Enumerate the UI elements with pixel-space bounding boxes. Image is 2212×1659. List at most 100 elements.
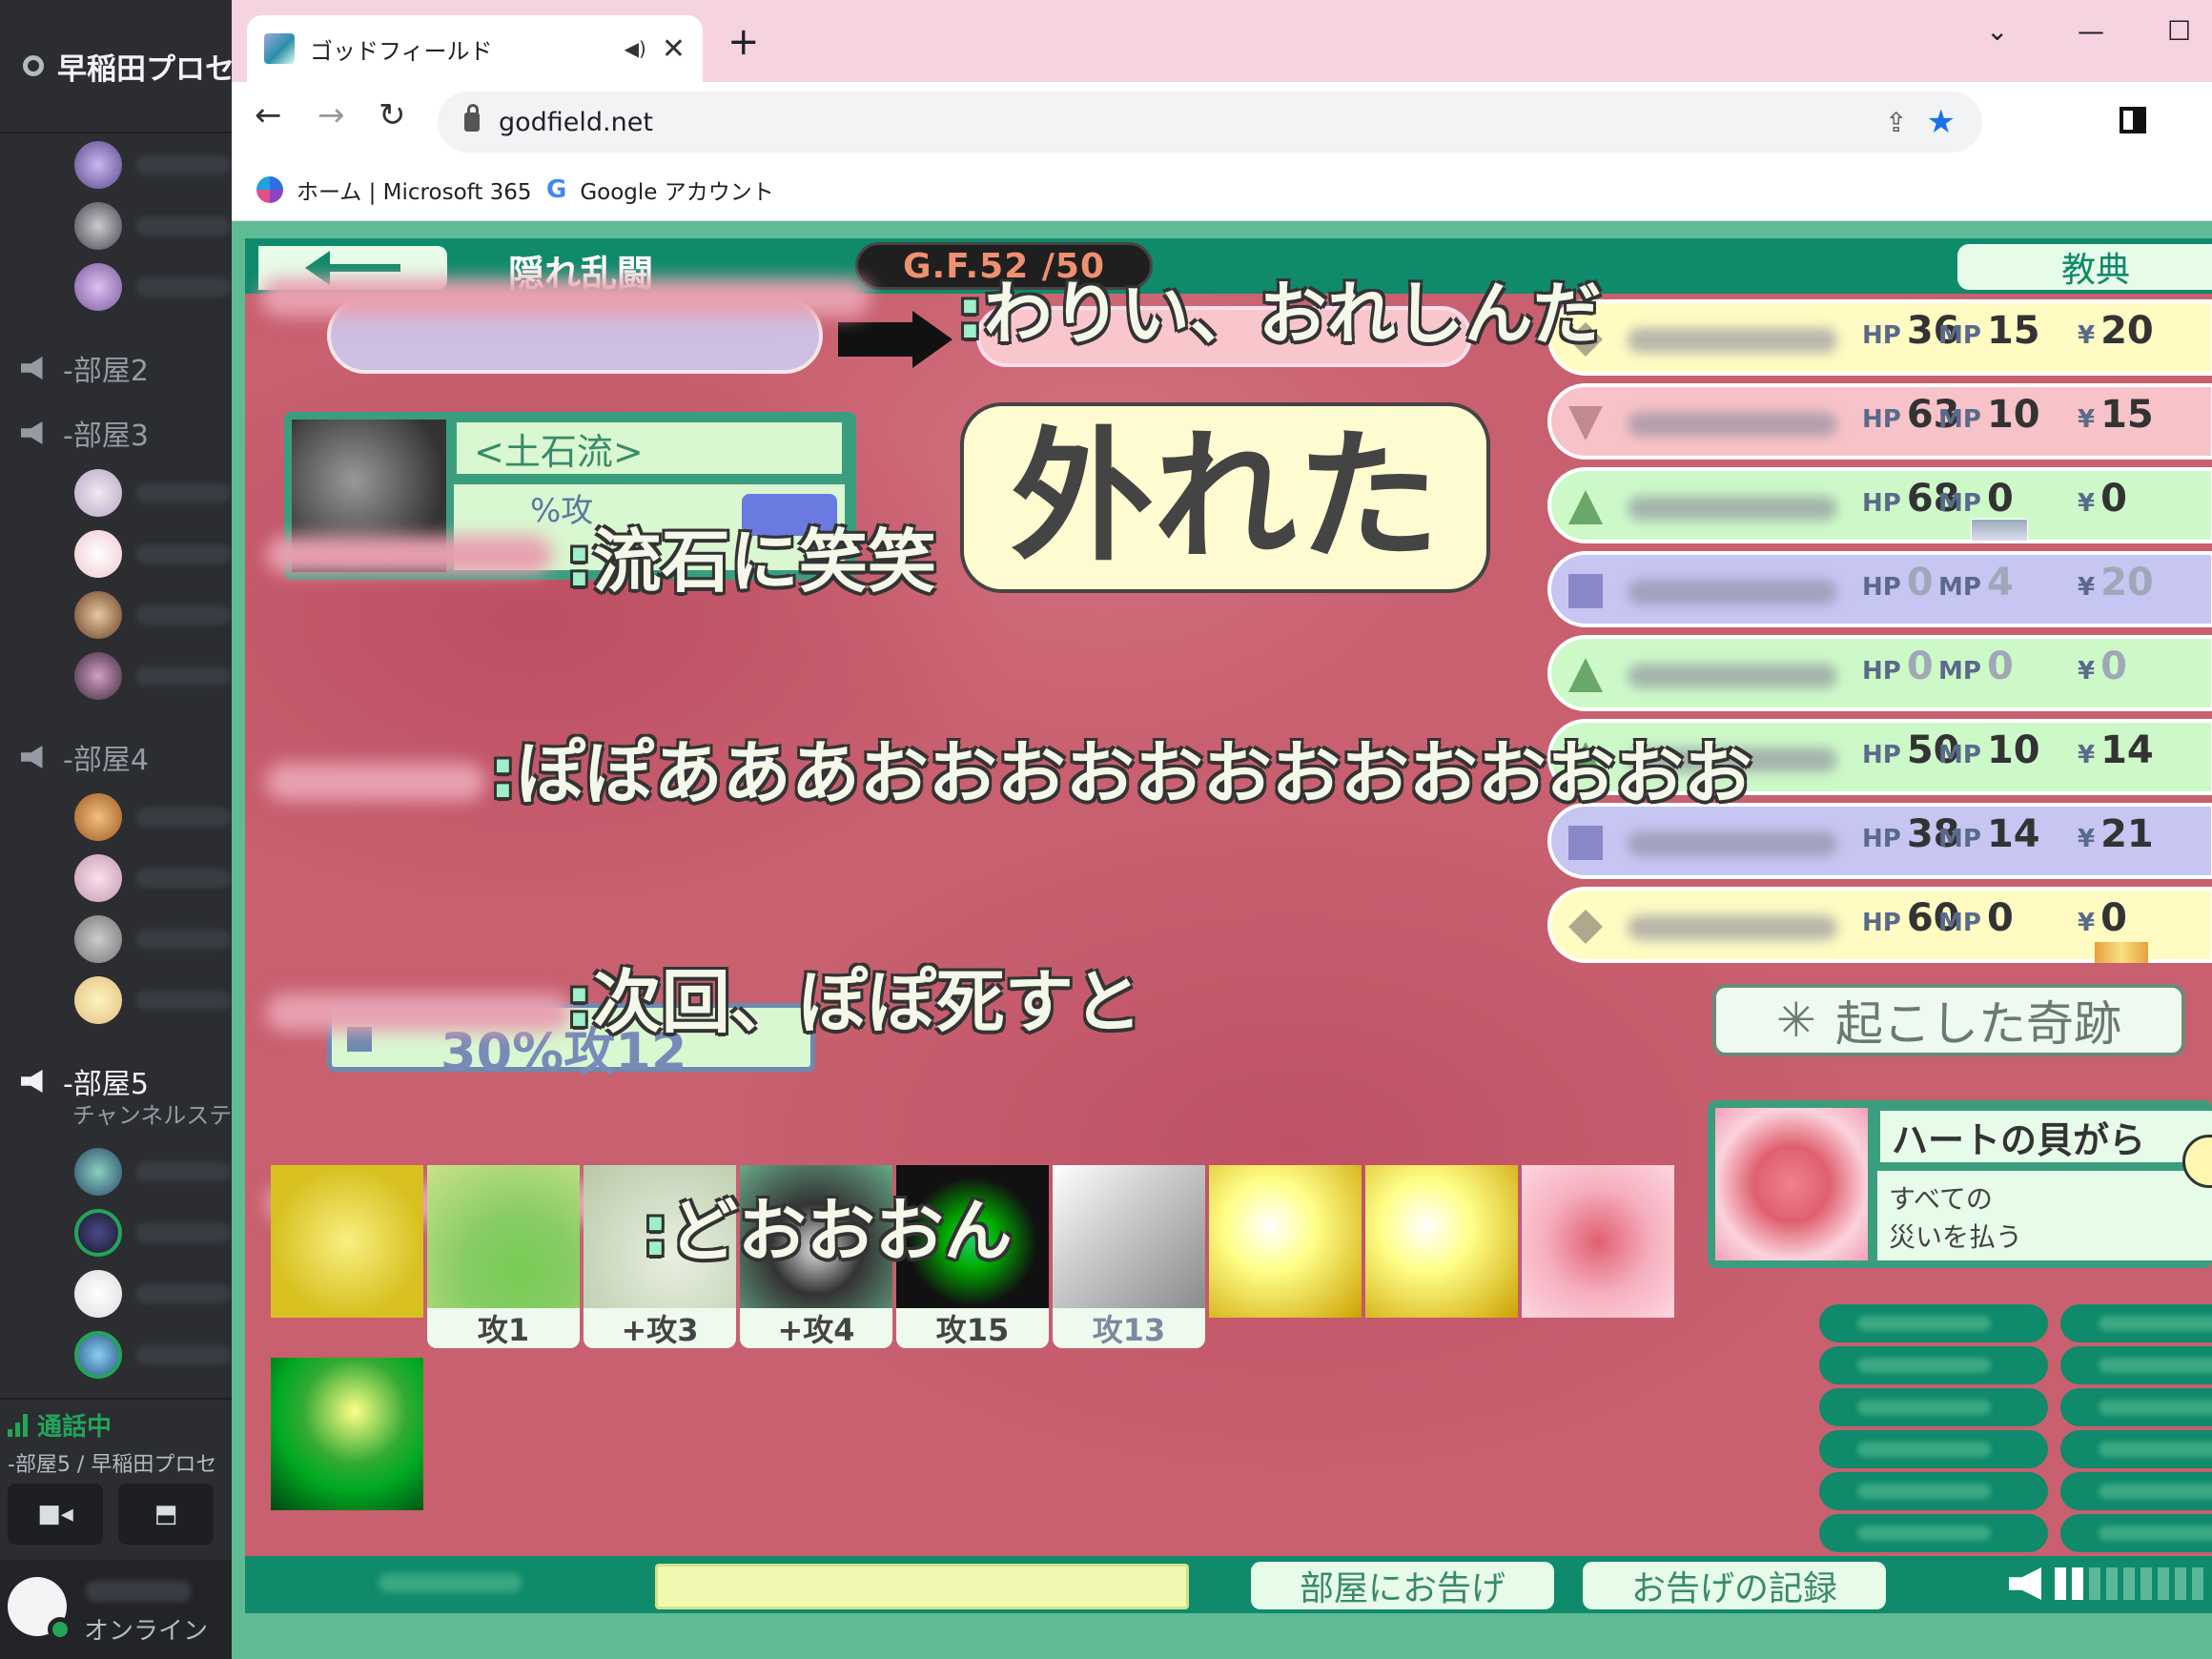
hand-card[interactable]: 攻1 <box>427 1165 580 1348</box>
volume-bar[interactable] <box>2089 1567 2100 1600</box>
hand-card[interactable] <box>1522 1165 1674 1341</box>
avatar[interactable] <box>74 263 122 311</box>
minimize-icon[interactable]: — <box>2078 15 2104 47</box>
gold-status-icon <box>2095 942 2148 963</box>
avatar[interactable] <box>74 530 122 578</box>
player-row[interactable]: HP 0 MP 0 ¥0 <box>1547 635 2212 711</box>
yen-stat: ¥21 <box>2078 812 2154 856</box>
avatar[interactable] <box>74 469 122 517</box>
player-list-item[interactable] <box>2060 1430 2212 1468</box>
hand-card[interactable] <box>271 1358 423 1510</box>
share-icon[interactable]: ⇪ <box>1885 107 1907 138</box>
side-panel-icon[interactable] <box>2120 107 2146 133</box>
player-row[interactable]: HP 0 MP 4 ¥20 <box>1547 551 2212 627</box>
player-list-item[interactable] <box>1819 1388 2048 1426</box>
hand-card[interactable] <box>271 1165 423 1341</box>
new-tab-button[interactable]: + <box>727 23 760 61</box>
player-list-item[interactable] <box>1819 1304 2048 1342</box>
card-detail: ハートの貝がら すべての 災いを払う <box>1708 1100 2212 1268</box>
tab-close-icon[interactable]: ✕ <box>662 32 686 66</box>
blurred-username <box>135 869 231 888</box>
page-root: 早稲田プロセ -部屋2 -部屋3 -部屋4 -部屋5 チャンネルステ 通話中 -… <box>0 0 2212 1659</box>
camera-button[interactable]: ■◂ <box>8 1484 103 1545</box>
volume-control[interactable] <box>2009 1567 2203 1600</box>
speaker-icon <box>21 1070 43 1093</box>
avatar[interactable] <box>74 202 122 250</box>
volume-bar[interactable] <box>2175 1567 2186 1600</box>
yen-stat: ¥14 <box>2078 728 2154 772</box>
blurred-username <box>135 1284 231 1303</box>
player-row[interactable]: HP 36 MP 15 ¥20 <box>1547 299 2212 376</box>
avatar[interactable] <box>74 1148 122 1196</box>
bookmark-microsoft365[interactable]: ホーム | Microsoft 365 <box>256 174 532 206</box>
volume-bar[interactable] <box>2123 1567 2135 1600</box>
player-row[interactable]: HP 60 MP 0 ¥0 <box>1547 887 2212 963</box>
forward-icon[interactable]: → <box>317 99 345 132</box>
blurred-username <box>135 483 231 502</box>
player-list-item[interactable] <box>2060 1388 2212 1426</box>
hand-card[interactable] <box>1209 1165 1362 1341</box>
avatar[interactable] <box>74 854 122 902</box>
game-bottom-bar: 部屋にお告げ お告げの記録 <box>245 1556 2212 1613</box>
volume-bar[interactable] <box>2072 1567 2083 1600</box>
player-list-item[interactable] <box>2060 1304 2212 1342</box>
voice-channel-room4[interactable]: -部屋4 <box>21 736 149 778</box>
discord-sidebar: 早稲田プロセ -部屋2 -部屋3 -部屋4 -部屋5 チャンネルステ 通話中 -… <box>0 0 232 1659</box>
chat-message: :ぽぽあああおおおおおおおおおおおおお <box>489 733 1752 813</box>
tab-audio-icon[interactable]: ◀) <box>625 37 646 60</box>
server-header[interactable]: 早稲田プロセ <box>0 0 232 133</box>
blurred-username <box>135 605 231 625</box>
player-list-item[interactable] <box>2060 1346 2212 1384</box>
tab-strip: ゴッドフィールド ◀) ✕ + ⌄ — ☐ <box>232 0 2212 82</box>
tab-search-icon[interactable]: ⌄ <box>1986 15 2008 47</box>
voice-location: -部屋5 / 早稲田プロセ <box>8 1453 217 1477</box>
avatar[interactable] <box>74 591 122 639</box>
player-list-item[interactable] <box>1819 1430 2048 1468</box>
volume-bar[interactable] <box>2158 1567 2169 1600</box>
screen-share-button[interactable]: ⬒ <box>118 1484 214 1545</box>
voice-channel-room3[interactable]: -部屋3 <box>21 412 149 454</box>
blurred-player-name <box>1628 580 1837 604</box>
avatar[interactable] <box>74 652 122 700</box>
avatar[interactable] <box>74 141 122 189</box>
avatar[interactable] <box>74 1270 122 1318</box>
volume-bar[interactable] <box>2140 1567 2152 1600</box>
bookmark-google-account[interactable]: G Google アカウント <box>546 174 774 206</box>
handbook-button[interactable]: 教典 <box>1957 244 2212 290</box>
avatar-speaking[interactable] <box>74 1331 122 1379</box>
player-list-item[interactable] <box>1819 1346 2048 1384</box>
player-list-item[interactable] <box>2060 1472 2212 1510</box>
volume-bar[interactable] <box>2106 1567 2118 1600</box>
hand-card[interactable]: 攻13 <box>1053 1165 1205 1348</box>
bookmark-star-icon[interactable]: ★ <box>1927 103 1956 141</box>
back-icon[interactable]: ← <box>255 99 282 132</box>
hand-card[interactable] <box>1365 1165 1518 1341</box>
player-list-item[interactable] <box>1819 1472 2048 1510</box>
voice-connected-status[interactable]: 通話中 <box>8 1407 112 1443</box>
blurred-player-name <box>1628 496 1837 521</box>
miracle-button[interactable]: ✳ 起こした奇跡 <box>1712 984 2185 1056</box>
speaker-icon <box>21 357 43 379</box>
browser-tab[interactable]: ゴッドフィールド ◀) ✕ <box>247 15 703 82</box>
player-list-item[interactable] <box>1819 1514 2048 1552</box>
player-list-item[interactable] <box>2060 1514 2212 1552</box>
avatar[interactable] <box>74 915 122 963</box>
mp-stat: MP 10 <box>1938 393 2040 437</box>
volume-bar[interactable] <box>2192 1567 2203 1600</box>
player-row[interactable]: HP 63 MP 10 ¥15 <box>1547 383 2212 460</box>
announce-button[interactable]: 部屋にお告げ <box>1251 1562 1554 1609</box>
avatar-speaking[interactable] <box>74 1209 122 1257</box>
voice-channel-room2[interactable]: -部屋2 <box>21 347 149 389</box>
avatar[interactable] <box>74 976 122 1024</box>
reload-icon[interactable]: ↻ <box>379 99 406 132</box>
card-image <box>1715 1108 1868 1260</box>
maximize-icon[interactable]: ☐ <box>2167 15 2191 47</box>
chat-input[interactable] <box>655 1564 1189 1609</box>
player-row[interactable]: HP 68 MP 0 ¥0 <box>1547 467 2212 543</box>
volume-bar[interactable] <box>2055 1567 2066 1600</box>
channel-status: チャンネルステ <box>72 1102 233 1129</box>
avatar[interactable] <box>74 793 122 841</box>
speaker-icon <box>21 421 43 444</box>
address-bar[interactable]: godfield.net ⇪ ★ <box>438 92 1982 153</box>
announce-log-button[interactable]: お告げの記録 <box>1583 1562 1886 1609</box>
